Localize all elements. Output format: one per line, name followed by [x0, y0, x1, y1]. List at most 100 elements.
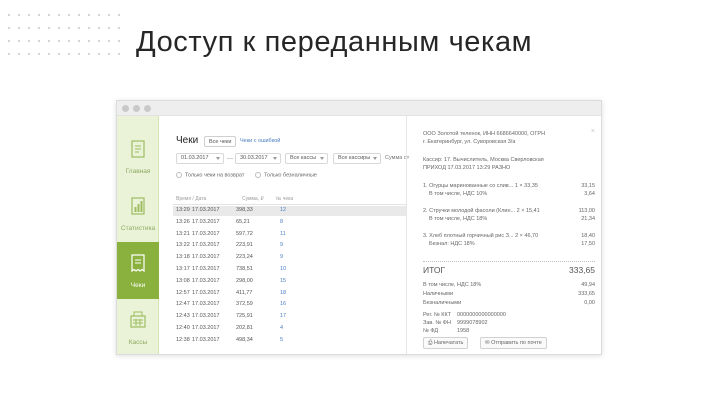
- only-returns-label: Только чеки на возврат: [185, 172, 245, 179]
- dot-shape: [108, 40, 110, 42]
- cell-time: 12:57: [176, 289, 190, 296]
- cell-time: 12:43: [176, 313, 190, 320]
- receipt-header-line: ООО Золотой теленок, ИНН 6686640000, ОГР…: [423, 131, 546, 137]
- sidebar-item-label: Чеки: [130, 282, 146, 289]
- receipt-item-vat-value: 21,34: [581, 216, 595, 222]
- receipt-code-label: № ФД: [423, 328, 439, 334]
- cell-date: 17.03.2017: [192, 254, 220, 261]
- register-select[interactable]: Все кассы: [285, 153, 328, 164]
- print-button[interactable]: ⎙ Напечатать: [423, 337, 469, 349]
- cell-date: 17.03.2017: [192, 277, 220, 284]
- close-icon[interactable]: ×: [591, 128, 595, 135]
- cell-time: 12:38: [176, 336, 190, 343]
- table-row[interactable]: 13:29 17.03.2017 398,33 12: [173, 206, 407, 216]
- cell-sum: 498,34: [236, 336, 253, 343]
- all-checks-button[interactable]: Все чеки: [204, 136, 237, 147]
- table-row[interactable]: 12:38 17.03.2017 498,34 5: [173, 336, 407, 346]
- cell-check-number: 18: [280, 289, 287, 296]
- cell-time: 13:29: [176, 207, 190, 213]
- cashier-select-value: Все кассиры: [338, 155, 371, 161]
- cell-date: 17.03.2017: [192, 313, 220, 320]
- dot-shape: [8, 53, 10, 55]
- table-row[interactable]: 13:08 17.03.2017 298,00 15: [173, 277, 407, 287]
- dot-shape: [68, 27, 70, 29]
- cell-time: 13:08: [176, 277, 190, 284]
- only-returns-checkbox[interactable]: Только чеки на возврат: [176, 172, 244, 181]
- sidebar-item-label: Статистика: [120, 225, 156, 232]
- print-button-label: Напечатать: [433, 340, 464, 346]
- receipt-sum-label: В том числе, НДС 18%: [423, 282, 482, 288]
- cell-time: 13:26: [176, 218, 190, 225]
- only-cashless-checkbox[interactable]: Только безналичные: [255, 172, 317, 181]
- cell-sum: 65,21: [236, 218, 250, 225]
- sidebar-item-label: Кассы: [128, 339, 148, 346]
- cell-check-number: 12: [280, 207, 287, 213]
- sidebar-item-registers[interactable]: Кассы: [117, 299, 159, 354]
- dot-shape: [48, 27, 50, 29]
- dot-shape: [58, 53, 60, 55]
- dot-shape: [98, 40, 100, 42]
- dot-shape: [48, 40, 50, 42]
- receipt-item-name: 3. Хлеб плотный горчичный рис З... 2 × 4…: [423, 233, 539, 239]
- receipt-sum-value: 0,00: [584, 300, 595, 306]
- dot-shape: [118, 53, 120, 55]
- dot-shape: [58, 14, 60, 16]
- dot-shape: [78, 53, 80, 55]
- cell-date: 17.03.2017: [192, 230, 220, 237]
- date-from-input[interactable]: 01.03.2017: [176, 153, 224, 164]
- cell-check-number: 15: [280, 277, 287, 284]
- receipt-icon: [131, 254, 145, 273]
- receipt-sum-value: 49,94: [581, 282, 595, 288]
- cell-sum: 398,33: [236, 207, 253, 213]
- date-to-input[interactable]: 30.03.2017: [235, 153, 281, 164]
- table-row[interactable]: 12:57 17.03.2017 411,77 18: [173, 289, 407, 299]
- table-row[interactable]: 12:47 17.03.2017 372,59 16: [173, 300, 407, 310]
- cell-date: 17.03.2017: [192, 207, 220, 213]
- dot-shape: [118, 14, 120, 16]
- decorative-dot-grid: [8, 14, 123, 62]
- dot-shape: [58, 40, 60, 42]
- error-checks-link[interactable]: Чеки с ошибкой: [240, 136, 280, 147]
- table-row[interactable]: 13:21 17.03.2017 597,72 11: [173, 230, 407, 240]
- dot-shape: [98, 14, 100, 16]
- table-row[interactable]: 12:43 17.03.2017 725,91 17: [173, 312, 407, 322]
- cell-time: 13:22: [176, 242, 190, 249]
- column-header-check-number: № чека: [276, 196, 294, 202]
- chevron-down-icon: [373, 157, 377, 160]
- sidebar-item-statistics[interactable]: Статистика: [117, 185, 159, 242]
- sidebar: Главная Статистика Чеки Кассы: [117, 116, 159, 354]
- receipt-meta-line: Кассир: 17. Вычислитель, Москва Сверловс…: [423, 157, 544, 163]
- send-email-button[interactable]: ✉ Отправить по почте: [480, 337, 547, 349]
- dot-shape: [28, 40, 30, 42]
- cell-time: 13:18: [176, 254, 190, 261]
- receipt-item-price: 113,00: [578, 208, 595, 214]
- cell-sum: 411,77: [236, 289, 253, 296]
- panel-title: Чеки: [176, 135, 199, 146]
- dot-shape: [38, 40, 40, 42]
- table-row[interactable]: 13:18 17.03.2017 223,24 9: [173, 253, 407, 263]
- receipt-item-name: 2. Стручки молодой фасоли (Клин... 2 × 1…: [423, 208, 540, 214]
- chevron-down-icon: [216, 157, 220, 160]
- dot-shape: [8, 27, 10, 29]
- table-row[interactable]: 12:40 17.03.2017 202,81 4: [173, 324, 407, 334]
- receipt-item-vat-value: 3,64: [584, 191, 595, 197]
- dot-shape: [118, 40, 120, 42]
- date-to-value: 30.03.2017: [240, 155, 268, 161]
- table-row[interactable]: 13:17 17.03.2017 738,51 10: [173, 265, 407, 275]
- column-header-time: Время / Дата: [176, 196, 207, 202]
- sidebar-item-home[interactable]: Главная: [117, 128, 159, 185]
- dot-shape: [88, 14, 90, 16]
- dot-shape: [68, 40, 70, 42]
- cell-sum: 223,91: [236, 242, 253, 249]
- sidebar-item-checks[interactable]: Чеки: [117, 242, 159, 299]
- cell-time: 13:17: [176, 266, 190, 272]
- document-icon: [131, 140, 145, 158]
- dot-shape: [48, 53, 50, 55]
- receipt-sum-label: Наличными: [423, 291, 454, 297]
- table-row[interactable]: 13:26 17.03.2017 65,21 8: [173, 218, 407, 228]
- table-row[interactable]: 13:22 17.03.2017 223,91 9: [173, 241, 407, 251]
- dot-shape: [18, 27, 20, 29]
- cashier-select[interactable]: Все кассиры: [333, 153, 381, 164]
- dot-shape: [98, 53, 100, 55]
- cell-check-number: 10: [280, 266, 287, 272]
